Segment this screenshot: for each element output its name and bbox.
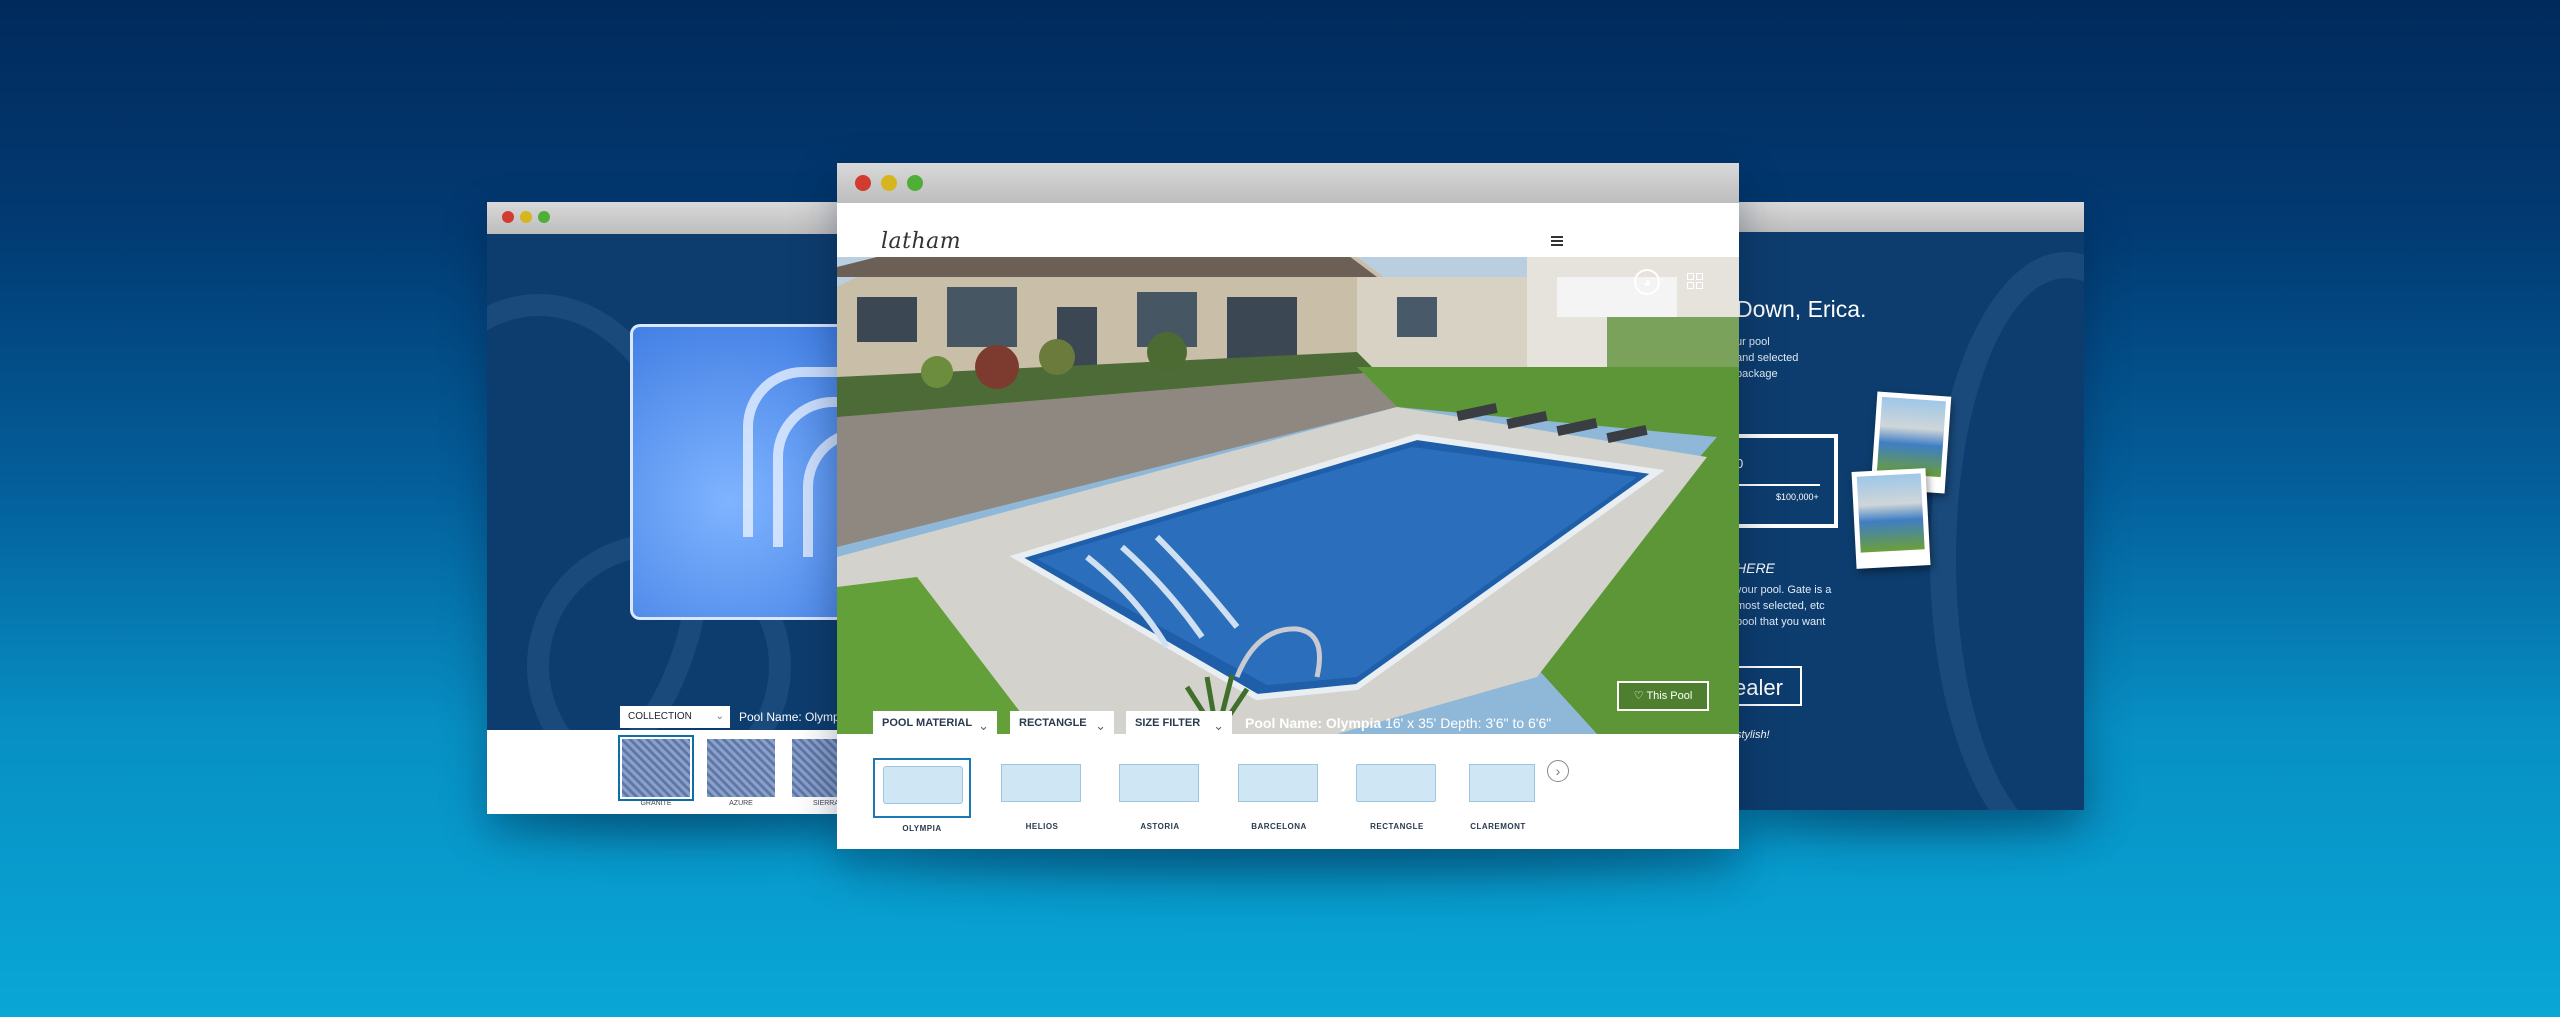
collection-select-label: COLLECTION — [628, 711, 692, 722]
right-dealer-panel: Down, Erica. ur pool and selected packag… — [1730, 232, 2084, 810]
love-this-pool-label: This Pool — [1646, 690, 1693, 702]
latham-logo[interactable]: latham — [881, 229, 961, 254]
shape-thumb-helios[interactable]: HELIOS — [993, 758, 1091, 831]
right-browser-window: Down, Erica. ur pool and selected packag… — [1730, 202, 2084, 810]
maximize-dot-icon[interactable] — [538, 211, 550, 223]
shape-thumb-label: ASTORIA — [1140, 822, 1180, 831]
pool-material-filter[interactable]: POOL MATERIAL ⌄ — [873, 711, 997, 735]
pool-photo — [1851, 468, 1931, 569]
budget-slider-track[interactable] — [1734, 484, 1820, 486]
chevron-right-icon[interactable]: › — [1547, 760, 1569, 782]
liner-thumb-label: GRANITE — [640, 800, 672, 807]
minimize-dot-icon[interactable] — [520, 211, 532, 223]
intro-line: package — [1736, 368, 1778, 380]
shape-thumb-label: OLYMPIA — [902, 824, 942, 833]
shape-thumb-barcelona[interactable]: BARCELONA — [1230, 758, 1328, 831]
main-browser-window: latham ◕ ♡ This Pool POOL MATERIAL ⌄ REC… — [837, 163, 1739, 849]
shape-thumb-astoria[interactable]: ASTORIA — [1111, 758, 1209, 831]
pool-name: Pool Name: Olympia — [1245, 715, 1382, 731]
left-pool-visualizer — [487, 234, 857, 730]
find-dealer-button[interactable]: ealer — [1730, 666, 1802, 706]
decorative-swirl — [1930, 252, 2084, 810]
budget-max: $100,000+ — [1776, 492, 1819, 502]
shape-thumb-rectangle[interactable]: RECTANGLE — [1348, 758, 1446, 831]
pool-material-filter-label: POOL MATERIAL — [882, 717, 973, 729]
budget-range-box: 0 $100,000+ — [1730, 434, 1838, 528]
left-browser-window: COLLECTION ⌄ Pool Name: Olympia GRANITE … — [487, 202, 860, 814]
liner-thumb-azure[interactable] — [707, 739, 775, 797]
360-view-icon[interactable]: ◕ — [1634, 269, 1660, 295]
body-line: most selected, etc — [1736, 600, 1825, 612]
body-line: pool that you want — [1736, 616, 1826, 628]
minimize-dot-icon[interactable] — [881, 175, 897, 191]
shape-thumb-olympia[interactable]: OLYMPIA — [873, 758, 971, 833]
liner-thumb-label: AZURE — [729, 800, 753, 807]
liner-thumb-granite[interactable] — [618, 735, 694, 801]
shape-filter[interactable]: RECTANGLE ⌄ — [1010, 711, 1114, 735]
pool-hero-image — [837, 257, 1739, 734]
maximize-dot-icon[interactable] — [907, 175, 923, 191]
body-line: your pool. Gate is a — [1736, 584, 1832, 596]
heart-icon: ♡ — [1633, 690, 1644, 702]
chevron-down-icon: ⌄ — [715, 711, 724, 722]
shape-thumb-label: BARCELONA — [1251, 822, 1307, 831]
left-window-titlebar — [487, 202, 857, 234]
shape-filter-label: RECTANGLE — [1019, 717, 1087, 729]
menu-icon[interactable] — [1551, 236, 1563, 246]
pool-liner-preview — [630, 324, 857, 620]
close-dot-icon[interactable] — [855, 175, 871, 191]
size-filter-label: SIZE FILTER — [1135, 717, 1201, 729]
pool-shape-carousel: OLYMPIA HELIOS ASTORIA BARCELONA RECTANG… — [837, 734, 1739, 849]
love-this-pool-button[interactable]: ♡ This Pool — [1617, 681, 1709, 711]
pool-dimensions: 16' x 35' Depth: 3'6" to 6'6" — [1385, 715, 1552, 731]
shape-thumb-label: HELIOS — [1025, 822, 1059, 831]
main-window-titlebar — [837, 163, 1739, 203]
shape-thumb-label: CLAREMONT — [1470, 822, 1526, 831]
close-dot-icon[interactable] — [502, 211, 514, 223]
site-header — [837, 203, 1739, 257]
section-heading: HERE — [1736, 560, 1775, 576]
pool-info: Pool Name: Olympia 16' x 35' Depth: 3'6"… — [1245, 711, 1551, 735]
shape-thumb-label: RECTANGLE — [1370, 822, 1424, 831]
shape-thumb-claremont[interactable]: CLAREMONT — [1461, 758, 1559, 831]
size-filter[interactable]: SIZE FILTER ⌄ — [1126, 711, 1232, 735]
gallery-grid-icon[interactable] — [1687, 273, 1703, 289]
collection-select[interactable]: COLLECTION ⌄ — [620, 706, 730, 728]
right-window-titlebar — [1730, 202, 2084, 232]
intro-line: and selected — [1736, 352, 1799, 364]
left-pool-name: Pool Name: Olympia — [739, 710, 850, 724]
intro-line: ur pool — [1736, 336, 1770, 348]
footnote: stylish! — [1736, 729, 1770, 741]
greeting-title: Down, Erica. — [1736, 296, 1867, 322]
